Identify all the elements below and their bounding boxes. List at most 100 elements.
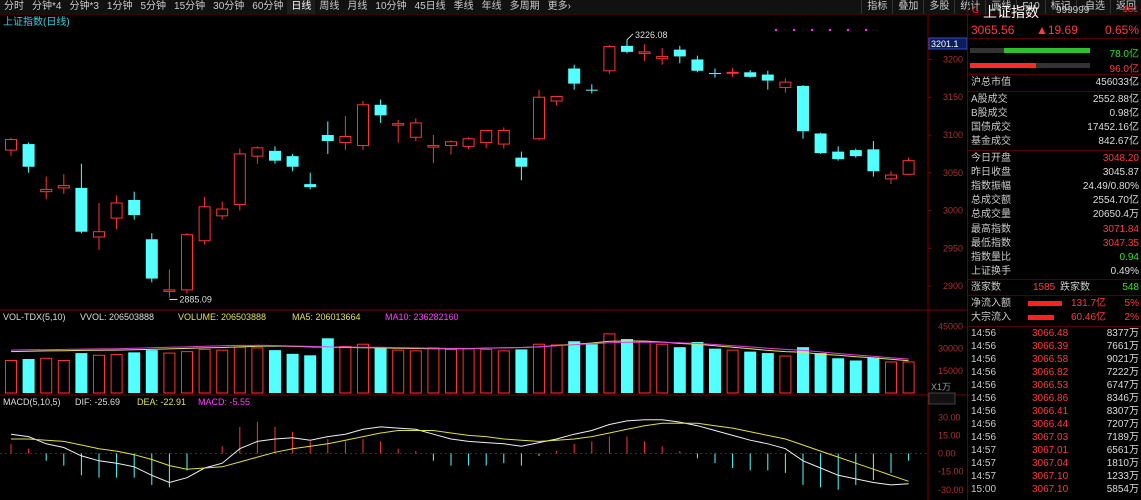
tab-timeframe-1[interactable]: 分钟*4 — [28, 0, 65, 14]
candle-body — [709, 73, 721, 75]
tab-timeframe-8[interactable]: 日线 — [287, 0, 316, 14]
tab-timeframe-3[interactable]: 1分钟 — [103, 0, 137, 14]
tab-timeframe-2[interactable]: 分钟*3 — [65, 0, 102, 14]
candle — [198, 196, 211, 245]
tab-timeframe-11[interactable]: 10分钟 — [371, 0, 410, 14]
volume-bar — [497, 350, 510, 394]
candle — [57, 174, 70, 194]
divider — [968, 91, 1141, 92]
candle-body — [5, 139, 17, 151]
candle-body — [409, 122, 422, 138]
candle-body — [22, 144, 35, 167]
volume-bar — [885, 361, 897, 394]
group-badge: $G1 — [1122, 5, 1138, 14]
signal-marker — [828, 28, 832, 32]
candle-body — [216, 208, 229, 217]
candle — [656, 48, 669, 65]
flow-bar — [1028, 315, 1054, 320]
candle — [867, 141, 880, 177]
signal-marker — [774, 28, 778, 32]
tick-row: 14:56 3066.41 8307万 — [968, 406, 1141, 418]
ratio-value-2: 96.0亿 — [1109, 64, 1139, 75]
quote-panel: G 上证指数 999999 $G1 3065.56 ▲19.69 0.65% 7… — [967, 0, 1141, 500]
ratio-value-1: 78.0亿 — [1109, 49, 1139, 60]
candle — [321, 121, 334, 154]
candle-body — [673, 49, 686, 57]
tab-timeframe-6[interactable]: 30分钟 — [209, 0, 248, 14]
stat-label: 昨日收盘 — [971, 167, 1011, 179]
chart-area[interactable]: 3200 3150 3100 3050 3000 2950 2900 3201.1 上证指数(日… — [0, 15, 968, 500]
candle — [251, 146, 264, 164]
candle — [286, 153, 299, 172]
tick-row: 14:56 3066.82 7222万 — [968, 367, 1141, 379]
turnover-row: 国债成交 17452.16亿 — [968, 121, 1141, 135]
price-row: 3065.56 ▲19.69 0.65% — [968, 22, 1141, 39]
tab-timeframe-0[interactable]: 分时 — [0, 0, 28, 14]
tick-time: 14:56 — [971, 328, 997, 339]
tick-time: 14:56 — [971, 341, 997, 352]
tab-timeframe-4[interactable]: 5分钟 — [136, 0, 170, 14]
candle-body — [744, 72, 757, 77]
volume-value: VOLUME: 206503888 — [178, 312, 266, 322]
ratio-fill-1 — [1003, 48, 1090, 53]
volume-bar — [427, 347, 440, 394]
breadth-row: 涨家数 1585 跌家数 548 — [968, 281, 1141, 295]
signal-marker — [846, 28, 850, 32]
tool-button-1[interactable]: 叠加 — [892, 0, 923, 14]
signal-marker — [810, 28, 814, 32]
candle — [621, 39, 633, 54]
candle-body — [339, 136, 352, 144]
stat-label: 最高指数 — [971, 223, 1011, 235]
candle-body — [779, 81, 792, 88]
volume-bar — [568, 341, 581, 393]
tick-row: 14:56 3066.39 7661万 — [968, 341, 1141, 353]
tool-button-0[interactable]: 指标 — [861, 0, 892, 14]
candle — [374, 99, 387, 123]
volume-bar — [814, 353, 827, 393]
tab-timeframe-15[interactable]: 多周期 — [506, 0, 544, 14]
candle — [885, 171, 897, 185]
kline-chart-svg[interactable]: 3200 3150 3100 3050 3000 2950 2900 3201.1 上证指数(日… — [0, 15, 968, 500]
tick-price: 3067.10 — [1032, 471, 1069, 482]
candle — [902, 157, 915, 176]
tab-timeframe-10[interactable]: 月线 — [343, 0, 371, 14]
tab-timeframe-14[interactable]: 年线 — [478, 0, 506, 14]
candle-body — [585, 89, 598, 91]
tab-timeframe-12[interactable]: 45日线 — [411, 0, 450, 14]
stat-label: 指数振幅 — [971, 181, 1011, 193]
tick-volume: 6747万 — [1106, 380, 1139, 391]
volume-bar — [339, 345, 352, 394]
candle-body — [533, 96, 545, 140]
tab-timeframe-5[interactable]: 15分钟 — [170, 0, 209, 14]
candle-body — [251, 147, 264, 157]
tab-timeframe-13[interactable]: 季线 — [450, 0, 478, 14]
tab-timeframe-9[interactable]: 周线 — [315, 0, 343, 14]
macd-indicator-label: MACD(5,10,5) — [3, 397, 61, 407]
candle — [75, 163, 88, 234]
candle — [357, 101, 369, 151]
candle — [515, 151, 528, 181]
stat-value: 20650.4万 — [1092, 209, 1139, 221]
tick-time: 14:57 — [971, 458, 997, 469]
stat-row: 指数量比 0.94 — [968, 251, 1141, 265]
macd-dif-line — [10, 419, 909, 486]
tick-volume: 7207万 — [1106, 419, 1139, 430]
candle-body — [145, 239, 158, 279]
tool-button-2[interactable]: 多股 — [923, 0, 954, 14]
volume-bar — [57, 359, 70, 394]
volume-bar — [761, 353, 774, 393]
tab-timeframe-7[interactable]: 60分钟 — [248, 0, 287, 14]
candle — [814, 132, 827, 154]
tab-timeframe-16[interactable]: 更多› — [544, 0, 575, 14]
candle — [849, 148, 862, 158]
candle — [181, 233, 193, 294]
candle — [128, 191, 141, 220]
turnover-value: 0.98亿 — [1109, 108, 1139, 119]
candle-body — [832, 151, 845, 160]
price-axis-label: 2950 — [943, 243, 963, 253]
volume-bar — [93, 354, 105, 394]
tick-price: 3067.10 — [1032, 484, 1069, 495]
volume-bar — [515, 349, 528, 393]
candle — [22, 142, 35, 173]
candle — [779, 78, 792, 93]
